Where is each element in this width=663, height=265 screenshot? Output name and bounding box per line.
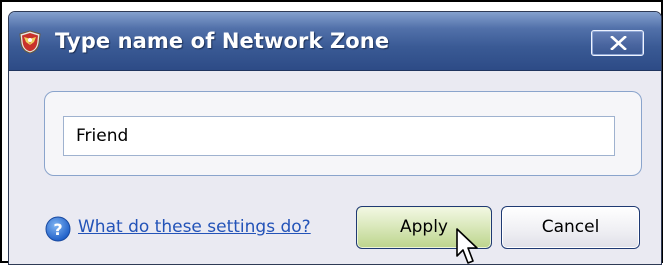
apply-button[interactable]: Apply (356, 206, 492, 249)
screenshot-frame: Type name of Network Zone ? (0, 0, 663, 265)
zone-name-input[interactable] (63, 116, 615, 156)
shield-icon (19, 30, 41, 54)
title-bar[interactable]: Type name of Network Zone (9, 12, 661, 71)
cancel-button[interactable]: Cancel (501, 206, 640, 249)
help-link[interactable]: What do these settings do? (78, 217, 311, 237)
dialog-body: ? What do these settings do? Apply Cance… (9, 71, 661, 264)
dialog-window: Type name of Network Zone ? (8, 11, 662, 265)
dialog-title: Type name of Network Zone (55, 29, 390, 53)
close-button[interactable] (591, 30, 644, 56)
question-mark-icon[interactable]: ? (45, 216, 71, 242)
close-icon (610, 36, 627, 50)
svg-text:?: ? (53, 220, 62, 239)
